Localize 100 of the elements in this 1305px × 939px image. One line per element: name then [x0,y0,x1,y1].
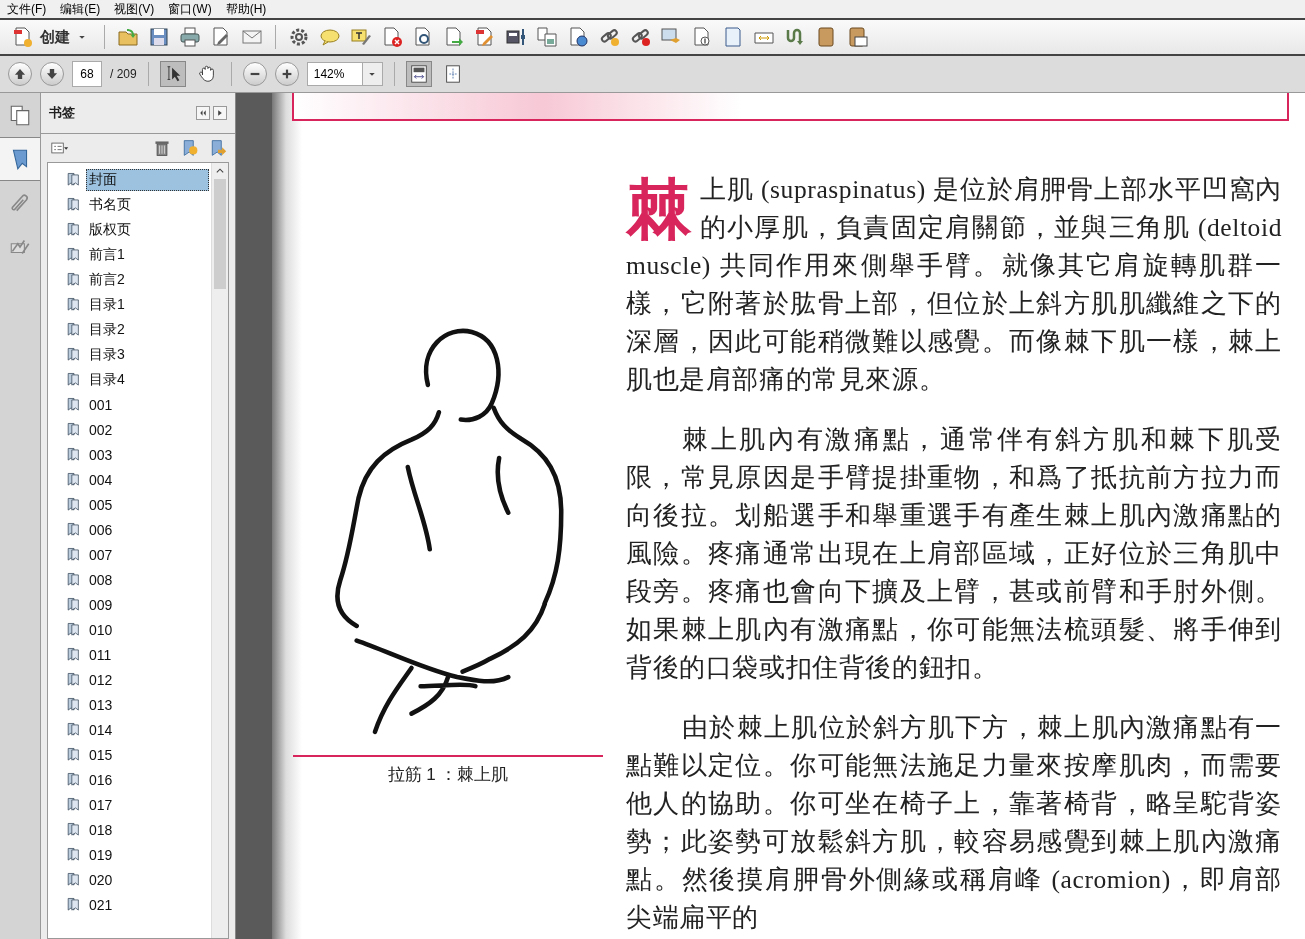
next-page-button[interactable] [40,62,64,86]
bookmark-item[interactable]: 目录1 [86,293,209,316]
bookmark-icon [66,321,82,338]
bookmark-icon [66,771,82,788]
zoom-in-button[interactable] [274,62,299,86]
bookmark-icon [66,846,82,863]
previous-page-button[interactable] [8,62,32,86]
open-folder-icon[interactable] [117,26,139,48]
bookmark-icon [66,871,82,888]
bookmark-item[interactable]: 012 [86,669,209,690]
bookmark-icon [66,496,82,513]
bookmark-icon [66,421,82,438]
bookmark-icon [66,296,82,313]
bookmark-item[interactable]: 目录3 [86,343,209,366]
create-button[interactable]: 创建 [8,26,92,48]
bookmark-icon [66,396,82,413]
bookmark-icon [66,796,82,813]
scrollbar-thumb[interactable] [214,179,226,289]
arrow-down-icon [44,66,60,82]
body-paragraph: 棘上肌內有激痛點，通常伴有斜方肌和棘下肌受限，常見原因是手臂提掛重物，和爲了抵抗前方拉力而向後拉。划船選手和舉重選手有產生棘上肌內激痛點的風險。疼痛通常出現在上肩部區域，正好位於三角肌中段旁。疼痛也會向下擴及上臂，甚或前臂和手肘外側。如果棘上肌內有激痛點，你可能無法梳頭髮、將手伸到背後的口袋或扣住背後的鈕扣。 [626,424,1282,684]
bookmark-icon [66,371,82,388]
bookmark-arrow-icon[interactable] [209,139,227,157]
bookmark-item[interactable]: 005 [86,494,209,515]
document-delete-icon[interactable] [381,26,403,48]
bookmark-item[interactable]: 015 [86,744,209,765]
page-number-field[interactable]: 68 [72,61,102,87]
fit-page-button[interactable] [405,61,432,87]
bookmark-icon [66,646,82,663]
bookmark-item[interactable]: 版权页 [86,218,209,241]
options-menu-icon[interactable] [49,139,71,157]
new-bookmark-icon[interactable] [181,139,199,157]
document-globe-icon[interactable] [567,26,589,48]
page-count: / 209 [110,67,137,81]
bookmark-item[interactable]: 007 [86,544,209,565]
document-slider-icon[interactable] [505,26,527,48]
bookmark-item[interactable]: 014 [86,719,209,740]
document-edit-icon[interactable] [474,26,496,48]
bookmark-icon [66,471,82,488]
link-delete-icon[interactable] [629,26,651,48]
bookmark-item[interactable]: 008 [86,569,209,590]
save-icon[interactable] [148,26,170,48]
notebook-card-icon[interactable] [846,26,868,48]
menu-item[interactable]: 文件(F) [0,0,54,18]
bookmark-item[interactable]: 书名页 [86,193,209,216]
bookmark-item[interactable]: 003 [86,444,209,465]
bookmark-item[interactable]: 018 [86,819,209,840]
bookmark-item[interactable]: 006 [86,519,209,540]
bookmark-item[interactable]: 013 [86,694,209,715]
collapse-panel-button[interactable] [196,106,210,120]
menu-item[interactable]: 视图(V) [107,0,162,18]
delete-icon[interactable] [153,139,171,157]
bookmark-item[interactable]: 002 [86,419,209,440]
select-tool-button[interactable] [159,61,186,87]
bookmark-item[interactable]: 021 [86,894,209,915]
bookmark-item[interactable]: 019 [86,844,209,865]
bookmark-item[interactable]: 020 [86,869,209,890]
bookmark-icon [66,746,82,763]
menu-item[interactable]: 帮助(H) [218,0,274,18]
bookmark-item[interactable]: 017 [86,794,209,815]
arrow-up-icon [12,66,28,82]
scrollbar[interactable] [211,163,228,938]
caret-up-icon [215,166,225,176]
bookmark-icon [66,346,82,363]
hand-icon [196,64,217,84]
double-arrow-left-icon [198,108,208,118]
bookmark-icon [66,521,82,538]
zoom-field[interactable]: 142% [306,62,363,86]
menu-item[interactable]: 窗口(W) [161,0,219,18]
bookmarks-tab[interactable] [0,137,40,181]
documents-icon[interactable] [536,26,558,48]
bookmark-item[interactable]: 004 [86,469,209,490]
bookmark-item[interactable]: 011 [86,644,209,665]
menu-item[interactable]: 编辑(E) [53,0,108,18]
body-paragraph: 由於棘上肌位於斜方肌下方，棘上肌內激痛點有一點難以定位。你可能無法施足力量來按摩肌肉，而需要他人的協助。你可坐在椅子上，靠著椅背，略呈駝背姿勢；此姿勢可放鬆斜方肌，較容易感覺到棘上肌內激痛點。然後摸肩胛骨外側緣或稱肩峰 (acromion)，即肩部尖端扁平的 [626,712,1282,934]
settings-icon[interactable] [288,26,310,48]
zoom-out-button[interactable] [242,62,267,86]
figure-caption: 拉筋 1 ：棘上肌 [387,764,509,786]
bookmark-item[interactable]: 目录4 [86,368,209,391]
notebook-icon[interactable] [815,26,837,48]
text-note-icon[interactable] [350,26,372,48]
document-export-icon[interactable] [443,26,465,48]
bookmark-item[interactable]: 封面 [86,168,209,191]
bookmark-item[interactable]: 前言2 [86,268,209,291]
bookmark-icon [66,696,82,713]
fit-page-icon [408,64,429,84]
link-icon[interactable] [598,26,620,48]
expand-panel-button[interactable] [213,106,227,120]
bookmark-item[interactable]: 009 [86,594,209,615]
bookmark-icon [66,271,82,288]
bookmark-item[interactable]: 016 [86,769,209,790]
page-number-icon[interactable] [691,26,713,48]
bookmark-item[interactable]: 010 [86,619,209,640]
bookmark-item[interactable]: 目录2 [86,318,209,341]
bookmark-item[interactable]: 前言1 [86,243,209,266]
print-icon[interactable] [179,26,201,48]
bookmark-item[interactable]: 001 [86,394,209,415]
comment-icon[interactable] [319,26,341,48]
bookmark-icon [66,896,82,913]
panel-title: 书签 [49,104,76,122]
bookmark-icon [66,721,82,738]
